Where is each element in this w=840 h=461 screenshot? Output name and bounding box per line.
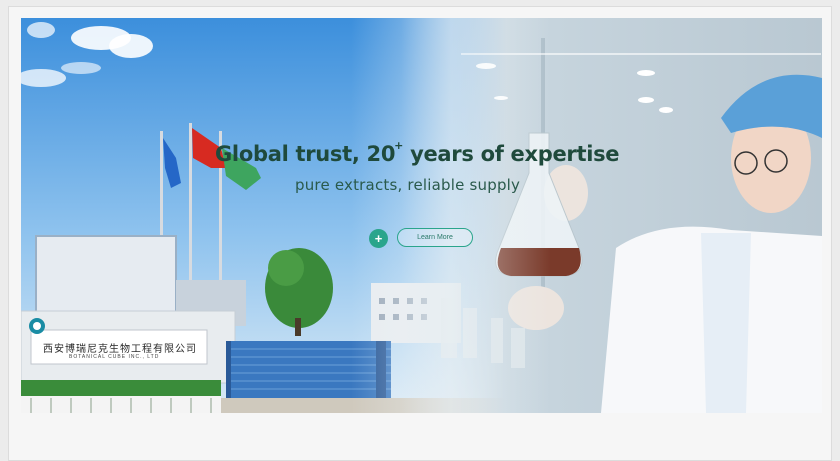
hero-subline: pure extracts, reliable supply xyxy=(295,176,521,194)
company-sign-cn: 西安博瑞尼克生物工程有限公司 xyxy=(43,344,197,355)
learn-more-button[interactable]: Learn More xyxy=(397,228,473,247)
image-blend-overlay xyxy=(351,18,551,413)
hero-headline-rest: years of expertise xyxy=(403,142,620,166)
plus-icon-button[interactable]: + xyxy=(369,229,388,248)
hero-banner: 西安博瑞尼克生物工程有限公司 BOTANICAL CUBE INC., LTD … xyxy=(21,18,822,413)
hero-headline: Global trust, 20+ years of expertise xyxy=(215,139,635,166)
hero-headline-main: Global trust, 20 xyxy=(215,142,396,166)
company-sign-en: BOTANICAL CUBE INC., LTD xyxy=(69,354,160,360)
hero-headline-sup: + xyxy=(394,139,404,152)
